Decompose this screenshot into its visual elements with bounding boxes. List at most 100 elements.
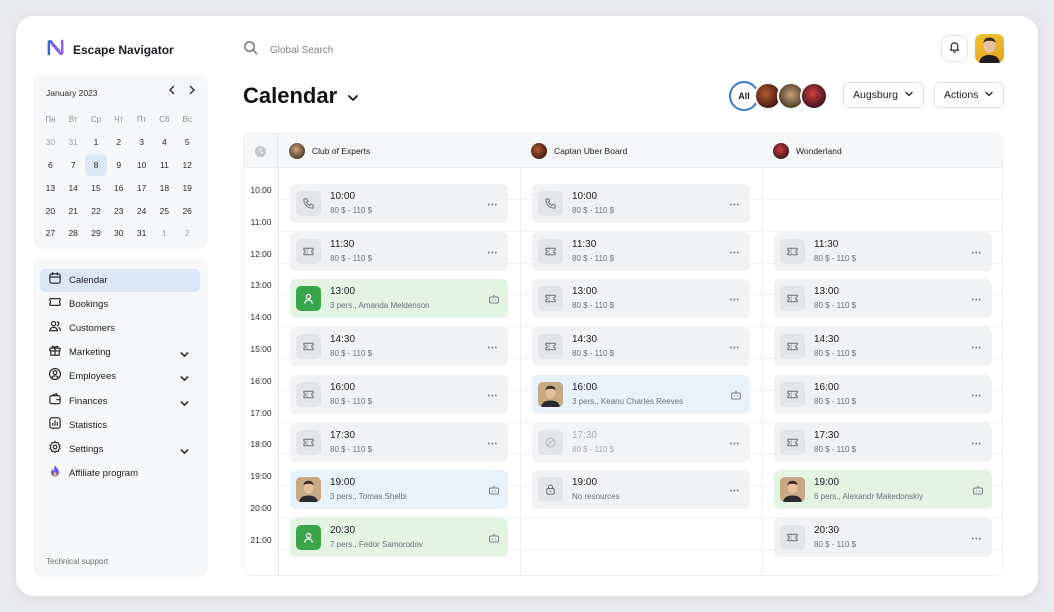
chevron-down-icon[interactable] [179,371,190,389]
more-icon[interactable]: ••• [972,248,982,259]
day-cell[interactable]: 23 [107,199,130,222]
chevron-down-icon[interactable] [346,91,360,110]
sidebar-item-bookings[interactable]: Bookings [40,293,200,316]
actions-dropdown[interactable]: Actions [934,82,1005,108]
time-slot[interactable]: 17:30 80 $ - 110 $ ••• [532,422,750,462]
time-slot[interactable]: 19:00 6 pers., Alexandr Makedonskiy [774,470,992,510]
day-cell[interactable]: 26 [176,199,199,222]
time-slot[interactable]: 10:00 80 $ - 110 $ ••• [532,184,750,223]
day-cell[interactable]: 15 [85,176,108,199]
day-cell[interactable]: 18 [153,176,176,199]
time-slot[interactable]: 20:30 7 pers., Fedor Samorodov [290,517,508,557]
time-slot[interactable]: 16:00 80 $ - 110 $ ••• [774,374,992,414]
robot-icon[interactable] [488,483,500,501]
day-cell[interactable]: 1 [85,131,108,154]
more-icon[interactable]: ••• [972,439,982,450]
location-dropdown[interactable]: Augsburg [843,82,924,108]
time-slot[interactable]: 16:00 3 pers., Keanu Charles Reeves [532,374,750,414]
more-icon[interactable]: ••• [488,439,498,450]
day-cell[interactable]: 31 [62,131,85,154]
global-search[interactable] [243,40,470,60]
time-slot[interactable]: 13:00 80 $ - 110 $ ••• [532,279,750,319]
more-icon[interactable]: ••• [730,295,740,306]
day-cell[interactable]: 6 [39,154,62,177]
sidebar-item-settings[interactable]: Settings [40,438,200,461]
time-slot[interactable]: 17:30 80 $ - 110 $ ••• [774,422,992,462]
day-cell[interactable]: 30 [107,222,130,245]
day-cell[interactable]: 30 [39,131,62,154]
notifications-button[interactable] [941,35,968,62]
more-icon[interactable]: ••• [972,391,982,402]
more-icon[interactable]: ••• [972,295,982,306]
day-cell[interactable]: 19 [176,176,199,199]
time-slot[interactable]: 14:30 80 $ - 110 $ ••• [532,327,750,367]
day-cell[interactable]: 4 [153,131,176,154]
day-cell[interactable]: 9 [107,154,130,177]
day-cell[interactable]: 27 [39,222,62,245]
day-cell[interactable]: 13 [39,176,62,199]
day-cell[interactable]: 29 [85,222,108,245]
day-cell[interactable]: 10 [130,154,153,177]
more-icon[interactable]: ••• [730,200,740,211]
search-input[interactable] [270,44,470,56]
day-cell[interactable]: 7 [62,154,85,177]
day-cell[interactable]: 28 [62,222,85,245]
time-slot[interactable]: 19:00 No resources ••• [532,470,750,510]
time-slot[interactable]: 11:30 80 $ - 110 $ ••• [290,231,508,271]
day-cell[interactable]: 20 [39,199,62,222]
more-icon[interactable]: ••• [972,534,982,545]
sidebar-item-customers[interactable]: Customers [40,317,200,340]
robot-icon[interactable] [488,531,500,549]
more-icon[interactable]: ••• [488,248,498,259]
more-icon[interactable]: ••• [730,439,740,450]
robot-icon[interactable] [730,388,742,406]
day-cell[interactable]: 21 [62,199,85,222]
day-cell[interactable]: 1 [153,222,176,245]
time-slot[interactable]: 14:30 80 $ - 110 $ ••• [290,327,508,367]
sidebar-item-employees[interactable]: Employees [40,365,200,388]
sidebar-item-marketing[interactable]: Marketing [40,341,200,364]
user-avatar[interactable] [975,34,1004,63]
time-slot[interactable]: 10:00 80 $ - 110 $ ••• [290,184,508,223]
time-slot[interactable]: 17:30 80 $ - 110 $ ••• [290,422,508,462]
day-cell[interactable]: 25 [153,199,176,222]
chevron-down-icon[interactable] [179,347,190,365]
sidebar-item-affiliate-program[interactable]: Affiliate program [40,462,200,485]
chevron-left-icon[interactable] [166,84,178,99]
day-cell[interactable]: 3 [130,131,153,154]
chevron-right-icon[interactable] [186,84,198,99]
more-icon[interactable]: ••• [972,343,982,354]
time-slot[interactable]: 14:30 80 $ - 110 $ ••• [774,327,992,367]
day-cell[interactable]: 2 [107,131,130,154]
time-slot[interactable]: 11:30 80 $ - 110 $ ••• [774,231,992,271]
brand[interactable]: Escape Navigator [46,38,174,62]
room-header[interactable]: Captan Uber Board [520,134,762,168]
day-cell[interactable]: 2 [176,222,199,245]
time-slot[interactable]: 13:00 80 $ - 110 $ ••• [774,279,992,319]
technical-support-link[interactable]: Technical support [46,557,108,566]
sidebar-item-finances[interactable]: Finances [40,390,200,413]
day-cell[interactable]: 16 [107,176,130,199]
time-slot[interactable]: 20:30 80 $ - 110 $ ••• [774,517,992,557]
chevron-down-icon[interactable] [179,396,190,414]
sidebar-item-statistics[interactable]: Statistics [40,414,200,437]
time-slot[interactable]: 13:00 3 pers., Amanda Meldenson [290,279,508,319]
more-icon[interactable]: ••• [488,200,498,211]
more-icon[interactable]: ••• [730,343,740,354]
day-cell[interactable]: 31 [130,222,153,245]
more-icon[interactable]: ••• [488,343,498,354]
robot-icon[interactable] [488,292,500,310]
room-header[interactable]: Club of Experts [278,134,520,168]
day-cell[interactable]: 5 [176,131,199,154]
day-cell[interactable]: 17 [130,176,153,199]
day-cell[interactable]: 22 [85,199,108,222]
more-icon[interactable]: ••• [730,248,740,259]
sidebar-item-calendar[interactable]: Calendar [40,269,200,292]
day-cell[interactable]: 14 [62,176,85,199]
more-icon[interactable]: ••• [488,391,498,402]
selected-day[interactable]: 8 [84,153,108,177]
more-icon[interactable]: ••• [730,486,740,497]
time-slot[interactable]: 19:00 3 pers., Tomas Shelbi [290,470,508,510]
time-slot[interactable]: 16:00 80 $ - 110 $ ••• [290,374,508,414]
robot-icon[interactable] [972,483,984,501]
